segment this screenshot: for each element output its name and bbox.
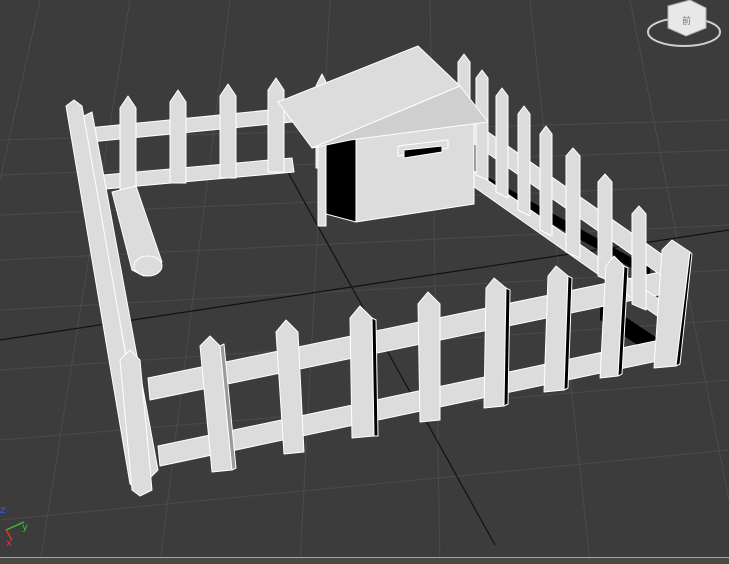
axis-x-label: x <box>6 538 12 549</box>
viewport-canvas[interactable]: 前 z y x <box>0 0 729 563</box>
perspective-viewport[interactable]: 前 z y x <box>0 0 729 563</box>
axis-z-label: z <box>0 505 5 516</box>
viewcube[interactable]: 前 <box>647 0 721 47</box>
axis-gizmo: z y x <box>0 505 28 549</box>
dog-house[interactable] <box>277 45 489 227</box>
axis-y-label: y <box>22 522 28 533</box>
viewcube-face-label: 前 <box>682 15 691 27</box>
